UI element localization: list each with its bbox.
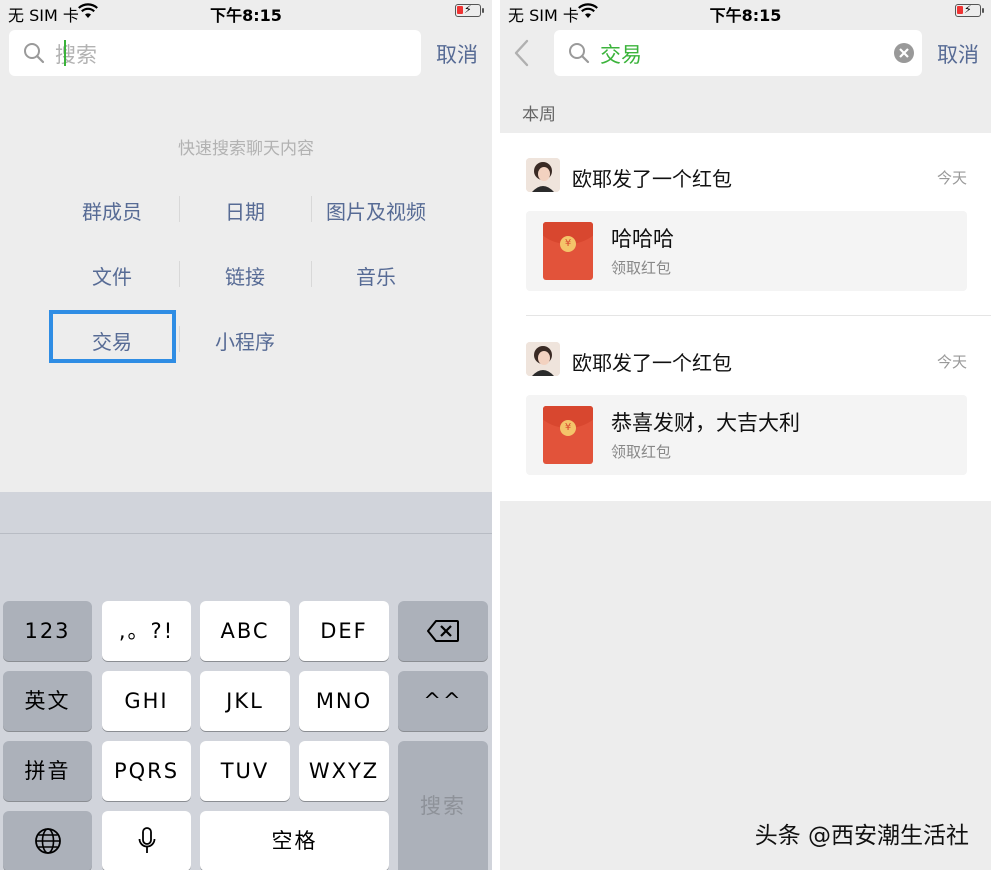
red-packet-action: 领取红包 <box>611 443 672 461</box>
battery-icon: ⚡ <box>955 3 984 17</box>
key-emoticon[interactable]: ^^ <box>398 671 488 731</box>
keyboard-top-divider <box>0 533 492 534</box>
avatar <box>526 342 560 376</box>
clear-icon[interactable] <box>894 43 914 63</box>
search-input[interactable]: 搜索 <box>9 30 421 76</box>
divider <box>179 261 180 287</box>
key-tuv[interactable]: TUV <box>200 741 290 801</box>
category-members[interactable]: 群成员 <box>47 196 177 225</box>
clock: 下午8:15 <box>709 6 782 25</box>
category-music[interactable]: 音乐 <box>311 261 441 290</box>
red-packet-card[interactable]: ¥ 恭喜发财，大吉大利 领取红包 <box>526 395 967 475</box>
clock: 下午8:15 <box>210 6 282 25</box>
key-pinyin[interactable]: 拼音 <box>3 741 92 801</box>
section-header: 本周 <box>522 105 556 125</box>
divider <box>311 196 312 222</box>
key-globe[interactable] <box>3 811 92 870</box>
key-microphone[interactable] <box>102 811 191 870</box>
search-icon <box>24 43 45 64</box>
category-links[interactable]: 链接 <box>180 261 310 290</box>
result-date: 今天 <box>936 353 967 371</box>
red-packet-action: 领取红包 <box>611 259 672 277</box>
category-files[interactable]: 文件 <box>47 261 177 290</box>
result-title: 欧耶发了一个红包 <box>572 167 732 191</box>
avatar <box>526 158 560 192</box>
globe-icon <box>34 828 61 854</box>
watermark: 头条 @西安潮生活社 <box>754 823 969 849</box>
search-placeholder: 搜索 <box>55 43 97 67</box>
divider <box>179 326 180 352</box>
key-abc[interactable]: ABC <box>200 601 290 661</box>
search-input[interactable]: 交易 <box>554 30 922 76</box>
delete-icon <box>427 620 459 642</box>
red-packet-message: 恭喜发财，大吉大利 <box>611 411 800 435</box>
search-icon <box>569 43 590 64</box>
red-packet-icon: ¥ <box>543 222 593 280</box>
search-query: 交易 <box>600 43 642 67</box>
red-packet-card[interactable]: ¥ 哈哈哈 领取红包 <box>526 211 967 291</box>
battery-icon: ⚡ <box>455 3 484 17</box>
results-list: 欧耶发了一个红包 今天 ¥ 哈哈哈 领取红包 欧耶发了一个红包 今天 ¥ 恭喜发… <box>500 133 991 501</box>
key-123[interactable]: 123 <box>3 601 92 661</box>
status-bar: 无 SIM 卡 下午8:15 ⚡ <box>0 0 492 25</box>
result-date: 今天 <box>936 169 967 187</box>
red-packet-icon: ¥ <box>543 406 593 464</box>
category-date[interactable]: 日期 <box>180 196 310 225</box>
result-title: 欧耶发了一个红包 <box>572 351 732 375</box>
back-arrow-icon[interactable] <box>512 38 532 68</box>
cancel-button[interactable]: 取消 <box>436 39 478 69</box>
key-def[interactable]: DEF <box>299 601 389 661</box>
key-space[interactable]: 空格 <box>200 811 389 870</box>
search-hint: 快速搜索聊天内容 <box>178 139 314 159</box>
divider <box>179 196 180 222</box>
search-panel-right: 无 SIM 卡 下午8:15 ⚡ 交易 取消 本周 欧耶发了一个红包 今天 ¥ … <box>500 0 991 870</box>
key-ghi[interactable]: GHI <box>102 671 191 731</box>
red-packet-message: 哈哈哈 <box>611 227 674 251</box>
key-wxyz[interactable]: WXYZ <box>299 741 389 801</box>
microphone-icon <box>138 827 155 853</box>
result-divider <box>526 315 991 316</box>
category-media[interactable]: 图片及视频 <box>311 196 441 225</box>
keyboard: 123 ,。?! ABC DEF 英文 GHI JKL MNO ^^ 拼音 PQ… <box>0 492 492 870</box>
key-jkl[interactable]: JKL <box>200 671 290 731</box>
key-mno[interactable]: MNO <box>299 671 389 731</box>
search-panel-left: 无 SIM 卡 下午8:15 ⚡ 搜索 取消 快速搜索聊天内容 群成员 日期 图… <box>0 0 492 870</box>
selection-highlight <box>49 310 176 363</box>
cancel-button[interactable]: 取消 <box>937 39 979 69</box>
key-delete[interactable] <box>398 601 488 661</box>
text-cursor <box>64 40 66 66</box>
key-punctuation[interactable]: ,。?! <box>102 601 191 661</box>
panel-divider <box>492 0 500 870</box>
key-search[interactable]: 搜索 <box>398 741 488 870</box>
key-pqrs[interactable]: PQRS <box>102 741 191 801</box>
key-english[interactable]: 英文 <box>3 671 92 731</box>
category-mini-programs[interactable]: 小程序 <box>180 326 310 355</box>
status-bar: 无 SIM 卡 下午8:15 ⚡ <box>500 0 991 25</box>
divider <box>311 261 312 287</box>
